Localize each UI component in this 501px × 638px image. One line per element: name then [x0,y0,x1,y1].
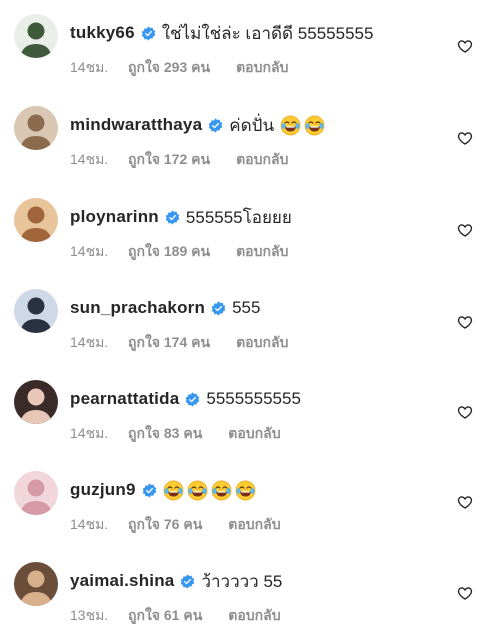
avatar[interactable] [14,289,58,333]
username[interactable]: ploynarinn [70,207,159,227]
reply-button[interactable]: ตอบกลับ [236,241,288,263]
comment-line: guzjun9 [70,477,259,503]
comment-time[interactable]: 14ชม. [70,514,128,536]
username[interactable]: sun_prachakorn [70,298,205,318]
avatar[interactable] [14,562,58,606]
heart-icon[interactable] [457,222,473,238]
comment-item: ploynarinn 555555โอยยย 14ชม. ถูกใจ 189 ค… [0,184,501,274]
heart-icon[interactable] [457,404,473,420]
avatar[interactable] [14,471,58,515]
comment-item: pearnattatida 5555555555 14ชม. ถูกใจ 83 … [0,366,501,456]
like-count[interactable]: ถูกใจ 293 คน [128,57,210,79]
comment-item: yaimai.shina ว้าวววว 55 13ชม. ถูกใจ 61 ค… [0,548,501,638]
comment-time[interactable]: 14ชม. [70,149,128,171]
comment-item: mindwaratthaya ค่ดปั่น 14ชม. ถูกใจ 172 ค… [0,92,501,182]
comment-line: ploynarinn 555555โอยยย [70,204,292,230]
heart-icon[interactable] [457,494,473,510]
heart-icon[interactable] [457,585,473,601]
like-count[interactable]: ถูกใจ 61 คน [128,605,202,627]
heart-icon[interactable] [457,38,473,54]
reply-button[interactable]: ตอบกลับ [228,423,280,445]
comment-meta: 14ชม. ถูกใจ 174 คน ตอบกลับ [70,332,288,354]
reply-button[interactable]: ตอบกลับ [236,149,288,171]
like-count[interactable]: ถูกใจ 76 คน [128,514,202,536]
like-count[interactable]: ถูกใจ 83 คน [128,423,202,445]
tears-of-joy-emoji-icon [211,480,232,501]
comment-meta: 14ชม. ถูกใจ 76 คน ตอบกลับ [70,514,281,536]
username[interactable]: pearnattatida [70,389,179,409]
like-count[interactable]: ถูกใจ 172 คน [128,149,210,171]
verified-badge-icon [180,573,195,589]
comment-text: 555 [232,298,261,317]
reply-button[interactable]: ตอบกลับ [228,605,280,627]
reply-button[interactable]: ตอบกลับ [228,514,280,536]
username[interactable]: mindwaratthaya [70,115,202,135]
comment-line: sun_prachakorn 555 [70,295,260,321]
comment-time[interactable]: 14ชม. [70,423,128,445]
comment-meta: 14ชม. ถูกใจ 83 คน ตอบกลับ [70,423,281,445]
comment-line: tukky66 ใช่ไม่ใช่ล่ะ เอาดีดี 55555555 [70,20,373,46]
comment-meta: 14ชม. ถูกใจ 189 คน ตอบกลับ [70,241,288,263]
username[interactable]: guzjun9 [70,480,136,500]
verified-badge-icon [211,300,226,316]
tears-of-joy-emoji-icon [163,480,184,501]
username[interactable]: tukky66 [70,23,135,43]
comment-item: guzjun9 14ชม. ถูกใจ 76 คน ตอบกลับ [0,457,501,547]
tears-of-joy-emoji-icon [235,480,256,501]
tears-of-joy-emoji-icon [304,115,325,136]
comment-meta: 14ชม. ถูกใจ 172 คน ตอบกลับ [70,149,288,171]
comment-time[interactable]: 14ชม. [70,241,128,263]
comment-line: yaimai.shina ว้าวววว 55 [70,568,282,594]
comment-text: 5555555555 [206,389,301,408]
verified-badge-icon [141,25,156,41]
comment-text: ว้าวววว 55 [201,571,283,591]
comment-text: ใช่ไม่ใช่ล่ะ เอาดีดี 55555555 [161,23,374,43]
comment-text: 555555โอยยย [185,207,292,227]
tears-of-joy-emoji-icon [187,480,208,501]
comment-line: mindwaratthaya ค่ดปั่น [70,112,328,138]
heart-icon[interactable] [457,130,473,146]
avatar[interactable] [14,106,58,150]
comment-time[interactable]: 14ชม. [70,332,128,354]
comment-time[interactable]: 14ชม. [70,57,128,79]
like-count[interactable]: ถูกใจ 189 คน [128,241,210,263]
tears-of-joy-emoji-icon [280,115,301,136]
comment-text: ค่ดปั่น [229,115,275,135]
comment-line: pearnattatida 5555555555 [70,386,301,412]
comment-item: tukky66 ใช่ไม่ใช่ล่ะ เอาดีดี 55555555 14… [0,0,501,90]
verified-badge-icon [142,482,157,498]
reply-button[interactable]: ตอบกลับ [236,332,288,354]
username[interactable]: yaimai.shina [70,571,174,591]
verified-badge-icon [185,391,200,407]
verified-badge-icon [165,209,180,225]
heart-icon[interactable] [457,314,473,330]
comment-item: sun_prachakorn 555 14ชม. ถูกใจ 174 คน ตอ… [0,275,501,365]
avatar[interactable] [14,14,58,58]
verified-badge-icon [208,117,223,133]
comment-meta: 13ชม. ถูกใจ 61 คน ตอบกลับ [70,605,281,627]
reply-button[interactable]: ตอบกลับ [236,57,288,79]
like-count[interactable]: ถูกใจ 174 คน [128,332,210,354]
avatar[interactable] [14,380,58,424]
avatar[interactable] [14,198,58,242]
comment-time[interactable]: 13ชม. [70,605,128,627]
comment-meta: 14ชม. ถูกใจ 293 คน ตอบกลับ [70,57,288,79]
